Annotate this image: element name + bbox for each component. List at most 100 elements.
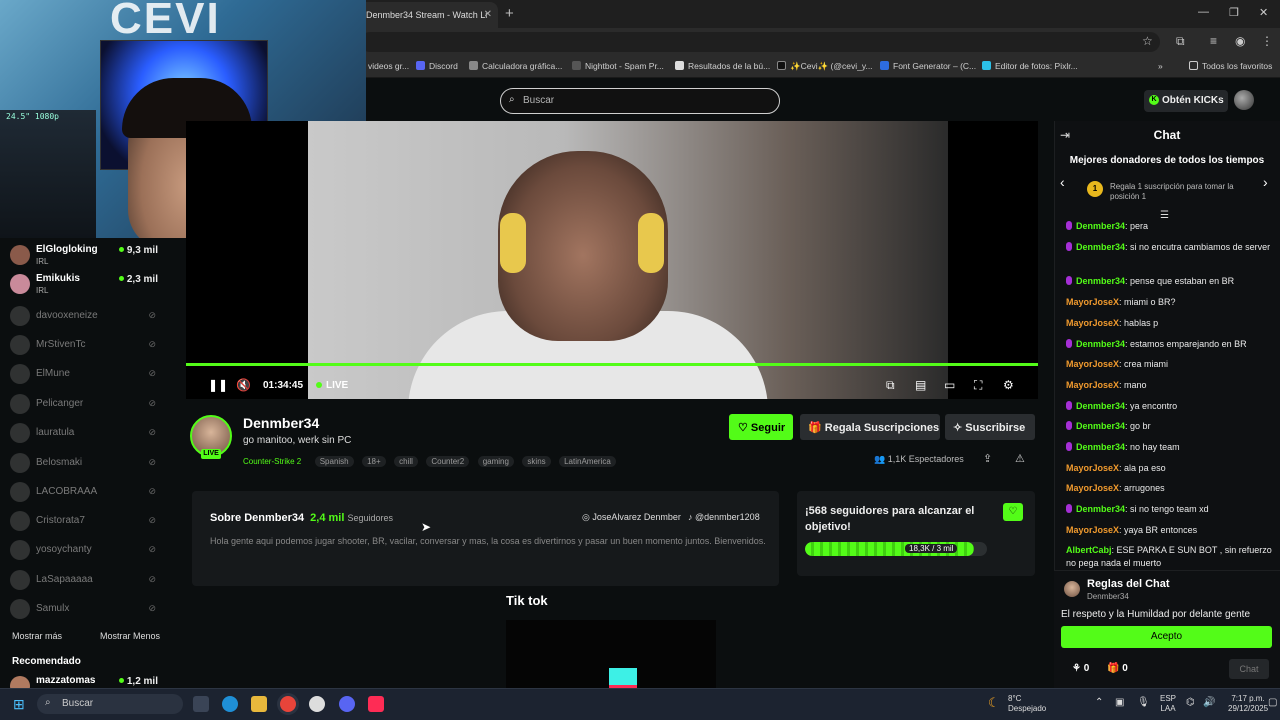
chat-username[interactable]: MayorJoseX: [1066, 463, 1119, 473]
weather-widget[interactable]: 8°C Despejado: [1008, 694, 1046, 714]
profile-icon[interactable]: ◉: [1235, 34, 1245, 48]
sidebar-channel-item[interactable]: lauratula ⊘: [10, 421, 162, 447]
chat-username[interactable]: Denmber34: [1076, 242, 1125, 252]
tag[interactable]: chill: [394, 456, 418, 467]
sidebar-channel-item[interactable]: davooxeneize ⊘: [10, 304, 162, 330]
sidebar-channel-item[interactable]: Emikukis IRL 2,3 mil: [10, 272, 162, 298]
chat-username[interactable]: Denmber34: [1076, 221, 1125, 231]
channel-points[interactable]: ⚘ 0: [1072, 663, 1089, 674]
obs-icon[interactable]: [309, 696, 325, 712]
windows-start-icon[interactable]: ⊞: [13, 696, 25, 713]
clock[interactable]: 7:17 p.m. 29/12/2025: [1228, 694, 1268, 714]
bookmark-item[interactable]: Resultados de la bú...: [675, 61, 770, 71]
microphone-icon[interactable]: 🎙: [1137, 697, 1150, 708]
bookmark-item[interactable]: Calculadora gráfica...: [469, 61, 562, 71]
sidebar-channel-item[interactable]: LaSapaaaaa ⊘: [10, 568, 162, 594]
theater-mode-icon[interactable]: ▭: [944, 378, 955, 392]
bookmark-item[interactable]: Nightbot - Spam Pr...: [572, 61, 664, 71]
new-tab-icon[interactable]: +: [505, 5, 514, 22]
taskbar-search[interactable]: ⌕ Buscar: [37, 694, 183, 714]
bookmark-item[interactable]: videos gr...: [368, 61, 409, 71]
task-view-icon[interactable]: [193, 696, 209, 712]
get-kicks-button[interactable]: K Obtén KICKs: [1144, 90, 1228, 112]
follow-button[interactable]: ♡ Seguir: [729, 414, 793, 440]
user-avatar[interactable]: [1234, 90, 1254, 110]
chat-username[interactable]: Denmber34: [1076, 401, 1125, 411]
video-frame[interactable]: [308, 121, 948, 399]
search-input[interactable]: ⌕ Buscar: [500, 88, 780, 114]
chevron-right-icon[interactable]: ›: [1263, 174, 1268, 190]
media-icon[interactable]: ≡: [1210, 34, 1217, 48]
menu-icon[interactable]: ⋮: [1261, 34, 1273, 48]
tag[interactable]: gaming: [477, 456, 514, 467]
chat-username[interactable]: MayorJoseX: [1066, 318, 1119, 328]
address-bar[interactable]: [360, 32, 1160, 52]
sidebar-channel-item[interactable]: LACOBRAAA ⊘: [10, 480, 162, 506]
chat-send-button[interactable]: Chat: [1229, 659, 1269, 679]
bookmark-item[interactable]: Discord: [416, 61, 458, 71]
category-link[interactable]: Counter-Strike 2: [243, 456, 306, 467]
sidebar-channel-item[interactable]: MrStivenTc ⊘: [10, 333, 162, 359]
discord-icon[interactable]: [339, 696, 355, 712]
close-tab-icon[interactable]: ✕: [484, 9, 492, 20]
player-progress-bar[interactable]: [186, 363, 1038, 366]
extensions-icon[interactable]: ⧉: [1176, 34, 1185, 49]
gifts-counter[interactable]: 🎁 0: [1107, 663, 1128, 674]
chat-username[interactable]: MayorJoseX: [1066, 359, 1119, 369]
all-bookmarks[interactable]: Todos los favoritos: [1189, 61, 1272, 71]
chat-username[interactable]: MayorJoseX: [1066, 525, 1119, 535]
sidebar-channel-item[interactable]: ElGlogloking IRL 9,3 mil: [10, 243, 162, 269]
fullscreen-icon[interactable]: ⛶: [974, 378, 982, 393]
tray-overflow-icon[interactable]: ⌃: [1095, 697, 1103, 708]
notifications-icon[interactable]: ▢: [1268, 697, 1277, 708]
sidebar-channel-item[interactable]: mazzatomas 1,2 mil: [10, 674, 162, 688]
show-less-link[interactable]: Mostrar Menos: [100, 631, 160, 641]
quality-icon[interactable]: ▤: [915, 378, 926, 392]
social-link-instagram[interactable]: ◎ JoseAlvarez Denmber: [582, 512, 681, 523]
mute-icon[interactable]: 🔇: [236, 378, 251, 392]
chat-username[interactable]: AlbertCabj: [1066, 545, 1112, 555]
sidebar-channel-item[interactable]: Cristorata7 ⊘: [10, 509, 162, 535]
chat-username[interactable]: MayorJoseX: [1066, 483, 1119, 493]
social-link-tiktok[interactable]: ♪ @denmber1208: [688, 512, 760, 522]
chat-username[interactable]: MayorJoseX: [1066, 297, 1119, 307]
pause-icon[interactable]: ❚❚: [208, 378, 228, 392]
tag[interactable]: skins: [522, 456, 551, 467]
tiktok-embed[interactable]: [506, 620, 716, 688]
chat-username[interactable]: Denmber34: [1076, 442, 1125, 452]
chat-username[interactable]: Denmber34: [1076, 276, 1125, 286]
sidebar-channel-item[interactable]: Belosmaki ⊘: [10, 451, 162, 477]
tag[interactable]: LatinAmerica: [559, 456, 616, 467]
volume-icon[interactable]: 🔊: [1203, 697, 1215, 708]
sidebar-channel-item[interactable]: Samulx ⊘: [10, 597, 162, 623]
sidebar-channel-item[interactable]: ElMune ⊘: [10, 362, 162, 388]
minimize-icon[interactable]: —: [1198, 6, 1209, 18]
chrome-icon[interactable]: [280, 696, 296, 712]
edge-icon[interactable]: [222, 696, 238, 712]
bookmark-item[interactable]: ✨Cevi✨ (@cevi_y...: [777, 61, 873, 72]
tag[interactable]: Spanish: [314, 456, 354, 467]
tag[interactable]: Counter2: [426, 456, 470, 467]
network-icon[interactable]: ⌬: [1186, 697, 1195, 708]
language-indicator[interactable]: ESP LAA: [1160, 694, 1176, 714]
sidebar-channel-item[interactable]: Pelicanger ⊘: [10, 392, 162, 418]
more-bookmarks-icon[interactable]: »: [1158, 61, 1163, 71]
share-icon[interactable]: ⇪: [983, 452, 992, 465]
show-more-link[interactable]: Mostrar más: [12, 631, 62, 641]
settings-icon[interactable]: ⚙: [1003, 378, 1014, 392]
chat-username[interactable]: Denmber34: [1076, 504, 1125, 514]
bookmark-item[interactable]: Editor de fotos: Pixlr...: [982, 61, 1078, 71]
close-window-icon[interactable]: ✕: [1259, 6, 1268, 19]
sidebar-channel-item[interactable]: yosoychanty ⊘: [10, 538, 162, 564]
chevron-left-icon[interactable]: ‹: [1060, 174, 1065, 190]
gift-subs-button[interactable]: 🎁 Regala Suscripciones: [800, 414, 940, 440]
goal-heart-icon[interactable]: ♡: [1003, 503, 1023, 521]
tray-app-icon[interactable]: ▣: [1115, 697, 1124, 708]
file-explorer-icon[interactable]: [251, 696, 267, 712]
chat-username[interactable]: Denmber34: [1076, 421, 1125, 431]
report-icon[interactable]: ⚠: [1015, 452, 1025, 465]
subscribe-button[interactable]: ✧ Suscribirse: [945, 414, 1035, 440]
bookmark-star-icon[interactable]: ☆: [1142, 34, 1153, 48]
clip-icon[interactable]: ⧉: [886, 378, 895, 393]
channel-name[interactable]: Denmber34: [243, 415, 319, 431]
